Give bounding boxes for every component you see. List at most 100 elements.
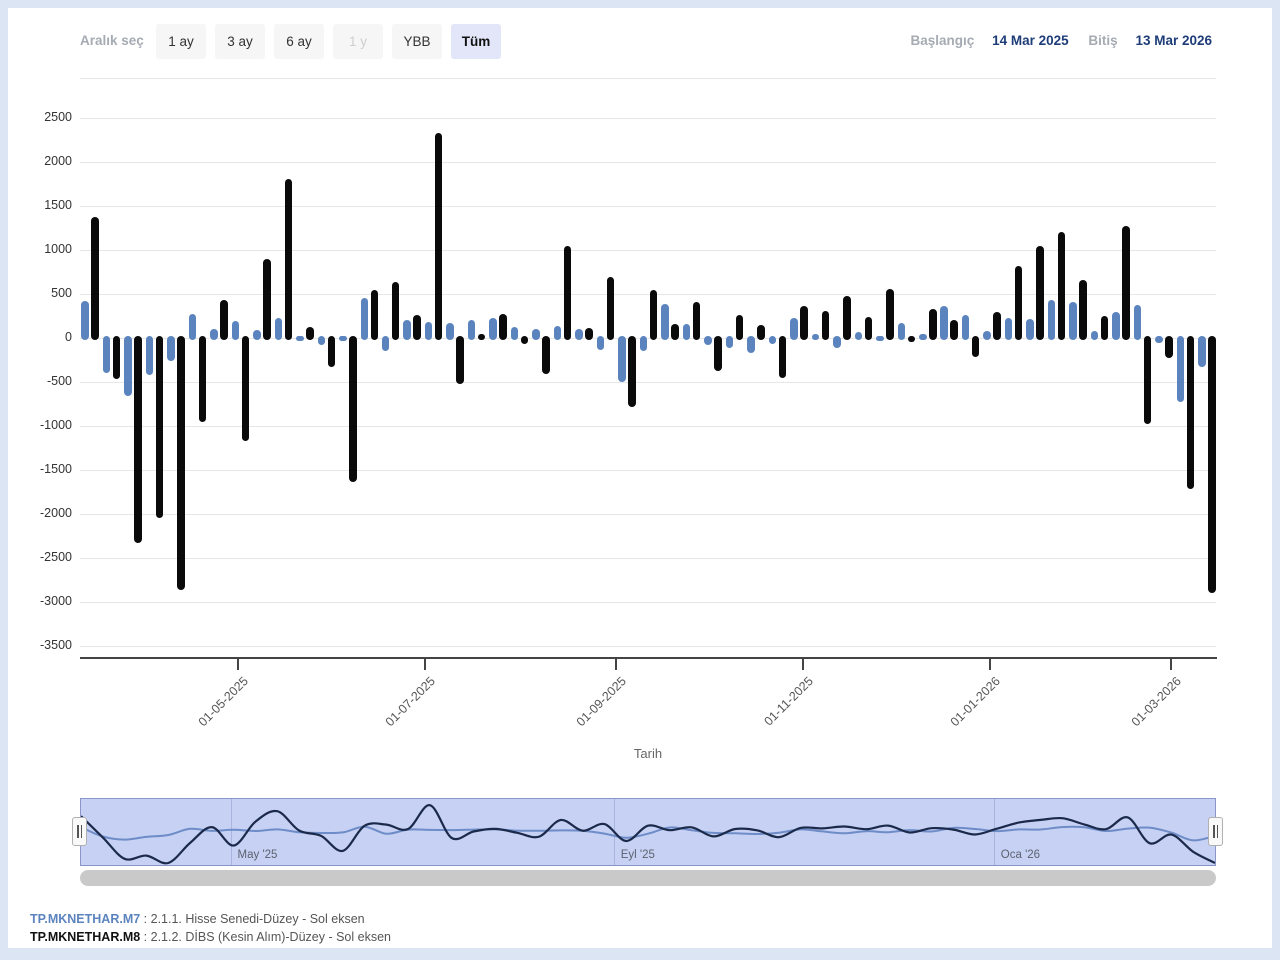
bar-m8[interactable] [413,315,421,340]
bar-m8[interactable] [1101,316,1109,340]
bar-m8[interactable] [521,336,529,344]
bar-m7[interactable] [468,320,476,340]
bar-m8[interactable] [1165,336,1173,358]
bar-m8[interactable] [542,336,550,374]
bar-m8[interactable] [156,336,164,518]
bar-m7[interactable] [361,298,369,340]
bar-m8[interactable] [800,306,808,340]
bar-m8[interactable] [91,217,99,340]
bar-m7[interactable] [232,321,240,340]
bar-m8[interactable] [929,309,937,340]
bar-m7[interactable] [962,315,970,340]
bar-m7[interactable] [167,336,175,361]
range-button-6-ay[interactable]: 6 ay [274,24,324,59]
bar-m8[interactable] [177,336,185,590]
bar-m8[interactable] [628,336,636,407]
bar-m7[interactable] [446,323,454,340]
bar-m7[interactable] [597,336,605,350]
bar-m8[interactable] [1122,226,1130,340]
bar-m8[interactable] [843,296,851,340]
bar-m8[interactable] [478,334,486,340]
bar-m7[interactable] [812,334,820,340]
navigator-right-handle[interactable] [1208,817,1223,846]
bar-m7[interactable] [833,336,841,348]
bar-m8[interactable] [113,336,121,379]
bar-m7[interactable] [403,320,411,340]
bar-m7[interactable] [1026,319,1034,340]
bar-m8[interactable] [220,300,228,340]
bar-m7[interactable] [876,336,884,341]
bar-m8[interactable] [757,325,765,340]
bar-m7[interactable] [318,336,326,345]
bar-m7[interactable] [425,322,433,340]
bar-m7[interactable] [489,318,497,340]
bar-m8[interactable] [1036,246,1044,340]
bar-m8[interactable] [1187,336,1195,489]
scrollbar[interactable] [80,870,1216,886]
bar-m8[interactable] [371,290,379,340]
bar-m8[interactable] [950,320,958,340]
range-button-tüm[interactable]: Tüm [451,24,501,59]
bar-m7[interactable] [1177,336,1185,402]
bar-m8[interactable] [886,289,894,340]
bar-m8[interactable] [1015,266,1023,340]
bar-m7[interactable] [1198,336,1206,367]
bar-m7[interactable] [81,301,89,340]
bar-m7[interactable] [618,336,626,382]
bar-m8[interactable] [306,327,314,340]
bar-m7[interactable] [1155,336,1163,343]
bar-m7[interactable] [253,330,261,340]
bar-m8[interactable] [671,324,679,340]
bar-m7[interactable] [855,332,863,340]
range-button-1-ay[interactable]: 1 ay [156,24,206,59]
range-button-3-ay[interactable]: 3 ay [215,24,265,59]
bar-m8[interactable] [456,336,464,384]
bar-m8[interactable] [693,302,701,340]
bar-m7[interactable] [189,314,197,340]
bar-m8[interactable] [328,336,336,367]
bar-m7[interactable] [747,336,755,353]
bar-m8[interactable] [607,277,615,340]
bar-m8[interactable] [1144,336,1152,424]
bar-m8[interactable] [1058,232,1066,340]
bar-m8[interactable] [908,336,916,342]
bar-m7[interactable] [940,306,948,340]
bar-m7[interactable] [1005,318,1013,340]
bar-m7[interactable] [146,336,154,375]
bar-m8[interactable] [499,314,507,340]
start-date-value[interactable]: 14 Mar 2025 [992,33,1069,48]
bar-m8[interactable] [242,336,250,441]
bar-m7[interactable] [210,329,218,340]
bar-m7[interactable] [1134,305,1142,340]
bar-m8[interactable] [263,259,271,340]
bar-m7[interactable] [575,329,583,340]
bar-m8[interactable] [779,336,787,378]
bar-m7[interactable] [640,336,648,351]
range-button-ybb[interactable]: YBB [392,24,442,59]
bar-m7[interactable] [124,336,132,396]
bar-m7[interactable] [532,329,540,340]
bar-m8[interactable] [349,336,357,482]
legend-series-code[interactable]: TP.MKNETHAR.M8 [30,930,140,944]
bar-m8[interactable] [865,317,873,340]
bar-m8[interactable] [736,315,744,340]
bar-m7[interactable] [1048,300,1056,340]
bar-m8[interactable] [993,312,1001,340]
bar-m7[interactable] [790,318,798,340]
bar-m8[interactable] [1208,336,1216,593]
bar-m8[interactable] [650,290,658,340]
bar-m7[interactable] [275,318,283,340]
bar-m7[interactable] [704,336,712,345]
bar-m7[interactable] [683,324,691,340]
bar-m7[interactable] [769,336,777,344]
bar-m7[interactable] [983,331,991,340]
bar-m7[interactable] [726,336,734,348]
bar-m8[interactable] [972,336,980,357]
bar-m8[interactable] [392,282,400,340]
bar-m8[interactable] [435,133,443,340]
bar-m7[interactable] [511,327,519,340]
bar-m7[interactable] [296,336,304,341]
bar-m7[interactable] [898,323,906,340]
navigator-left-handle[interactable] [72,817,87,846]
bar-m8[interactable] [199,336,207,422]
